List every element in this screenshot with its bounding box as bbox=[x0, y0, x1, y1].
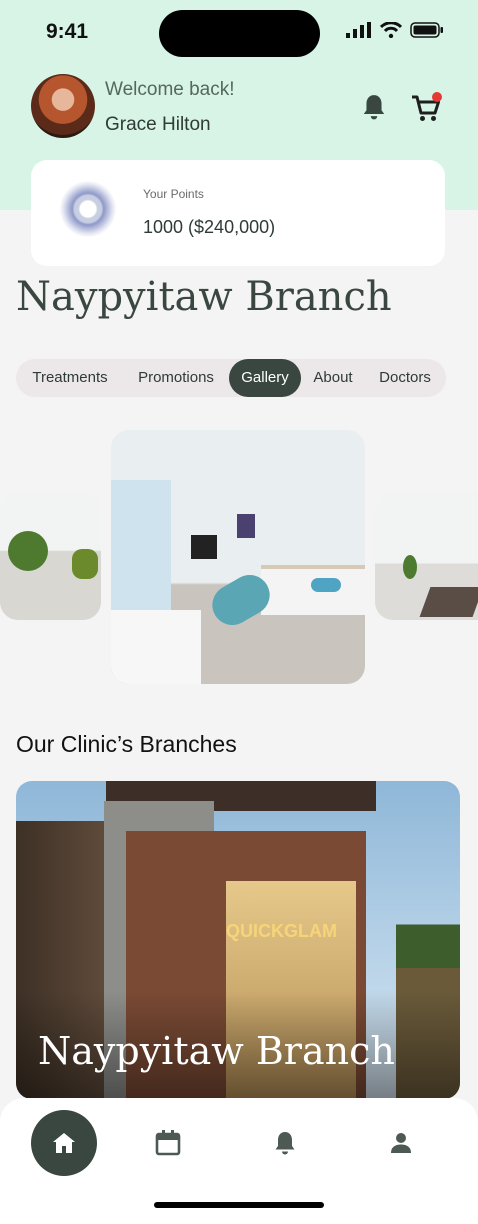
tab-treatments[interactable]: Treatments bbox=[16, 359, 124, 397]
nav-home-button[interactable] bbox=[31, 1110, 97, 1176]
welcome-text: Welcome back! bbox=[105, 79, 235, 100]
cart-badge bbox=[432, 92, 442, 102]
wall-art-shape bbox=[237, 514, 255, 538]
monitor-shape bbox=[191, 535, 217, 559]
points-value: 1000 ($240,000) bbox=[143, 217, 276, 237]
tab-about[interactable]: About bbox=[304, 359, 362, 397]
window-shape bbox=[111, 480, 171, 630]
battery-icon bbox=[410, 22, 443, 38]
nav-notifications-button[interactable] bbox=[270, 1128, 300, 1158]
page-title: Naypyitaw Branch bbox=[16, 274, 392, 320]
home-icon bbox=[53, 1133, 75, 1153]
plant-shape bbox=[403, 555, 417, 579]
branch-card-title: Naypyitaw Branch bbox=[38, 1029, 395, 1073]
gallery-image-center[interactable] bbox=[111, 430, 365, 684]
stool-shape bbox=[311, 578, 341, 592]
branch-card[interactable]: QUICKGLAM Naypyitaw Branch bbox=[16, 781, 460, 1099]
status-icons bbox=[346, 22, 444, 38]
bell-icon bbox=[275, 1132, 295, 1155]
tab-doctors[interactable]: Doctors bbox=[368, 359, 442, 397]
home-indicator bbox=[154, 1202, 324, 1208]
user-name: Grace Hilton bbox=[105, 114, 211, 135]
tab-promotions[interactable]: Promotions bbox=[126, 359, 226, 397]
avatar[interactable] bbox=[31, 74, 95, 138]
cellular-icon bbox=[346, 22, 371, 38]
notifications-button[interactable] bbox=[361, 93, 387, 121]
profile-icon bbox=[391, 1133, 411, 1153]
wifi-icon bbox=[380, 22, 402, 38]
calendar-icon bbox=[155, 1130, 181, 1156]
status-time: 9:41 bbox=[46, 20, 89, 43]
tab-gallery[interactable]: Gallery bbox=[229, 359, 301, 397]
bell-icon bbox=[363, 95, 385, 120]
points-label: Your Points bbox=[143, 187, 204, 201]
chair-shape bbox=[72, 549, 98, 579]
rug-shape bbox=[419, 587, 478, 617]
points-gem-icon bbox=[60, 181, 116, 237]
nav-profile-button[interactable] bbox=[386, 1128, 416, 1158]
sink-shape bbox=[111, 610, 201, 684]
dynamic-island bbox=[159, 10, 320, 57]
plant-shape bbox=[8, 531, 48, 571]
gallery-image-right[interactable] bbox=[375, 493, 478, 620]
gallery-image-left[interactable] bbox=[0, 493, 101, 620]
clinic-sign: QUICKGLAM bbox=[226, 921, 337, 941]
section-title: Our Clinic’s Branches bbox=[16, 731, 237, 757]
nav-calendar-button[interactable] bbox=[153, 1128, 183, 1158]
